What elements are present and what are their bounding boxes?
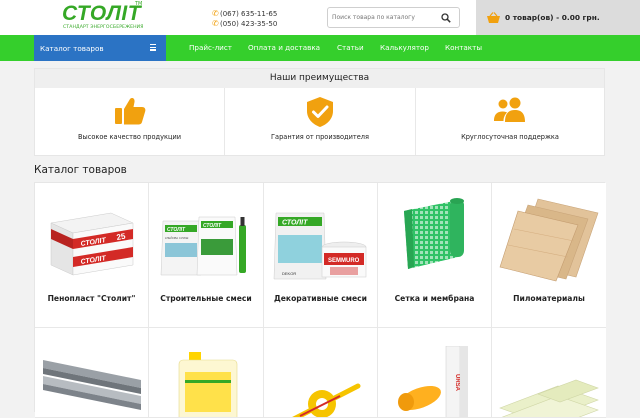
product-card-building-mixes[interactable]: СТОЛІТ КЛЕЙОВА СУМІШ СТОЛІТ Строительные… <box>149 183 264 328</box>
hamburger-icon <box>150 44 156 51</box>
cart-button[interactable]: 0 товар(ов) - 0.00 грн. <box>476 0 640 35</box>
search-input[interactable] <box>332 11 432 24</box>
product-label-mesh-membrane: Сетка и мембрана <box>394 294 475 303</box>
cart-summary: 0 товар(ов) - 0.00 грн. <box>505 13 600 22</box>
product-image-mesh-membrane <box>404 198 464 269</box>
basket-icon <box>486 11 501 24</box>
thumbs-up-icon <box>114 98 145 125</box>
product-image-profiles <box>43 360 141 410</box>
phone-2[interactable]: ✆(050) 423-35-50 <box>212 19 277 28</box>
nav-articles[interactable]: Статьи <box>337 35 364 61</box>
product-card-mineral-wool[interactable]: URSA <box>378 328 492 418</box>
product-label-decorative-mixes: Декоративные смеси <box>274 294 367 303</box>
product-card-lumber[interactable]: Пиломатериалы <box>492 183 606 328</box>
product-grid: СТОЛІТ 25 СТОЛІТ Пенопласт "Столит" СТОЛ… <box>34 182 606 418</box>
advantage-quality: Высокое качество продукции <box>35 88 225 155</box>
product-image-decorative-mixes: СТОЛІТ DEKOR SEMMURO <box>273 212 367 280</box>
main-nav: Каталог товаров Прайс-лист Оплата и дост… <box>0 35 640 61</box>
phone-number-1: (067) 635-11-65 <box>220 10 278 18</box>
product-image-primer <box>178 352 238 417</box>
phone-icon: ✆ <box>212 19 219 28</box>
product-card-dowels[interactable] <box>264 328 378 418</box>
nav-price-list[interactable]: Прайс-лист <box>189 35 232 61</box>
phone-number-2: (050) 423-35-50 <box>220 20 278 28</box>
product-card-penoplast[interactable]: СТОЛІТ 25 СТОЛІТ Пенопласт "Столит" <box>35 183 149 328</box>
product-image-building-mixes: СТОЛІТ КЛЕЙОВА СУМІШ СТОЛІТ <box>160 216 246 276</box>
nav-calculator[interactable]: Калькулятор <box>380 35 429 61</box>
product-image-penoplast: СТОЛІТ 25 СТОЛІТ <box>50 212 134 276</box>
product-label-building-mixes: Строительные смеси <box>160 294 252 303</box>
shield-check-icon <box>307 97 333 127</box>
catalog-title: Каталог товаров <box>34 164 127 176</box>
advantage-warranty: Гарантия от производителя <box>225 88 416 155</box>
advantages-title: Наши преимущества <box>35 69 604 88</box>
nav-payment-delivery[interactable]: Оплата и доставка <box>248 35 320 61</box>
product-image-dowels <box>292 383 361 417</box>
product-card-profiles[interactable] <box>35 328 149 418</box>
product-card-xps-boards[interactable] <box>492 328 606 418</box>
search-button[interactable] <box>433 8 459 27</box>
decor-semmuro-text: SEMMURO <box>328 258 360 264</box>
nav-contacts[interactable]: Контакты <box>445 35 482 61</box>
logo-tagline: СТАНДАРТ ЭНЕРГОСБЕРЕЖЕНИЯ <box>63 25 144 30</box>
advantage-warranty-label: Гарантия от производителя <box>271 133 369 141</box>
advantage-support: Круглосуточная поддержка <box>416 88 604 155</box>
header: СТОЛІТ TM СТАНДАРТ ЭНЕРГОСБЕРЕЖЕНИЯ ✆(06… <box>0 0 640 35</box>
advantage-quality-label: Высокое качество продукции <box>77 133 182 141</box>
search-box <box>327 7 460 28</box>
phone-1[interactable]: ✆(067) 635-11-65 <box>212 9 277 18</box>
product-card-mesh-membrane[interactable]: Сетка и мембрана <box>378 183 492 328</box>
catalog-menu-button[interactable]: Каталог товаров <box>34 35 166 61</box>
product-label-lumber: Пиломатериалы <box>513 294 585 303</box>
catalog-menu-label: Каталог товаров <box>40 43 104 53</box>
mix-brand-text: СТОЛІТ <box>167 227 186 233</box>
product-label-penoplast: Пенопласт "Столит" <box>47 294 136 303</box>
decor-brand-text: СТОЛІТ <box>282 220 308 227</box>
phone-icon: ✆ <box>212 9 219 18</box>
logo-wordmark: СТОЛІТ <box>62 2 142 25</box>
users-icon <box>494 97 525 122</box>
mix-type-text: КЛЕЙОВА СУМІШ <box>165 236 189 240</box>
advantages-panel: Наши преимущества Высокое качество проду… <box>34 68 605 156</box>
search-icon <box>441 12 451 23</box>
logo[interactable]: СТОЛІТ TM СТАНДАРТ ЭНЕРГОСБЕРЕЖЕНИЯ <box>62 1 144 32</box>
product-image-xps-boards <box>499 379 599 417</box>
product-card-primer[interactable] <box>149 328 264 418</box>
logo-tm: TM <box>135 1 143 7</box>
product-card-decorative-mixes[interactable]: СТОЛІТ DEKOR SEMMURO Декоративные смеси <box>264 183 378 328</box>
product-image-mineral-wool: URSA <box>398 346 468 417</box>
advantage-support-label: Круглосуточная поддержка <box>461 133 559 141</box>
product-image-lumber <box>499 198 599 282</box>
mix-brand-text-2: СТОЛІТ <box>203 223 222 229</box>
wool-brand-text: URSA <box>454 374 460 392</box>
decor-dekor-text: DEKOR <box>282 271 296 276</box>
